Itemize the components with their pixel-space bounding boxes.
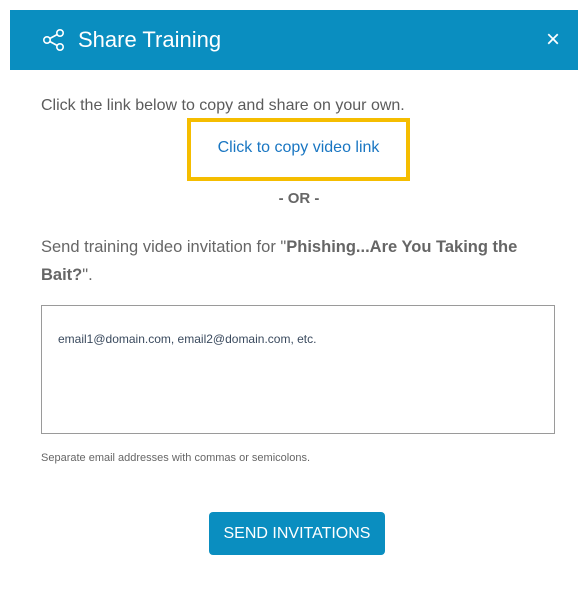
copy-link-highlight: Click to copy video link	[187, 118, 410, 181]
email-addresses-input[interactable]	[41, 305, 555, 434]
close-icon[interactable]: ×	[540, 26, 566, 54]
invitation-suffix: ".	[82, 266, 93, 284]
copy-video-link[interactable]: Click to copy video link	[191, 136, 406, 160]
send-invitations-button[interactable]: SEND INVITATIONS	[209, 512, 385, 555]
or-divider: - OR -	[278, 190, 320, 207]
email-separator-hint: Separate email addresses with commas or …	[41, 452, 311, 464]
invitation-prefix: Send training video invitation for "	[41, 238, 287, 256]
share-icon	[42, 29, 64, 51]
invitation-text: Send training video invitation for "Phis…	[41, 233, 551, 289]
copy-instructions: Click the link below to copy and share o…	[41, 97, 405, 114]
share-training-modal: Share Training × Click the link below to…	[0, 0, 578, 597]
modal-title: Share Training	[78, 27, 222, 52]
modal-header: Share Training ×	[10, 10, 578, 70]
